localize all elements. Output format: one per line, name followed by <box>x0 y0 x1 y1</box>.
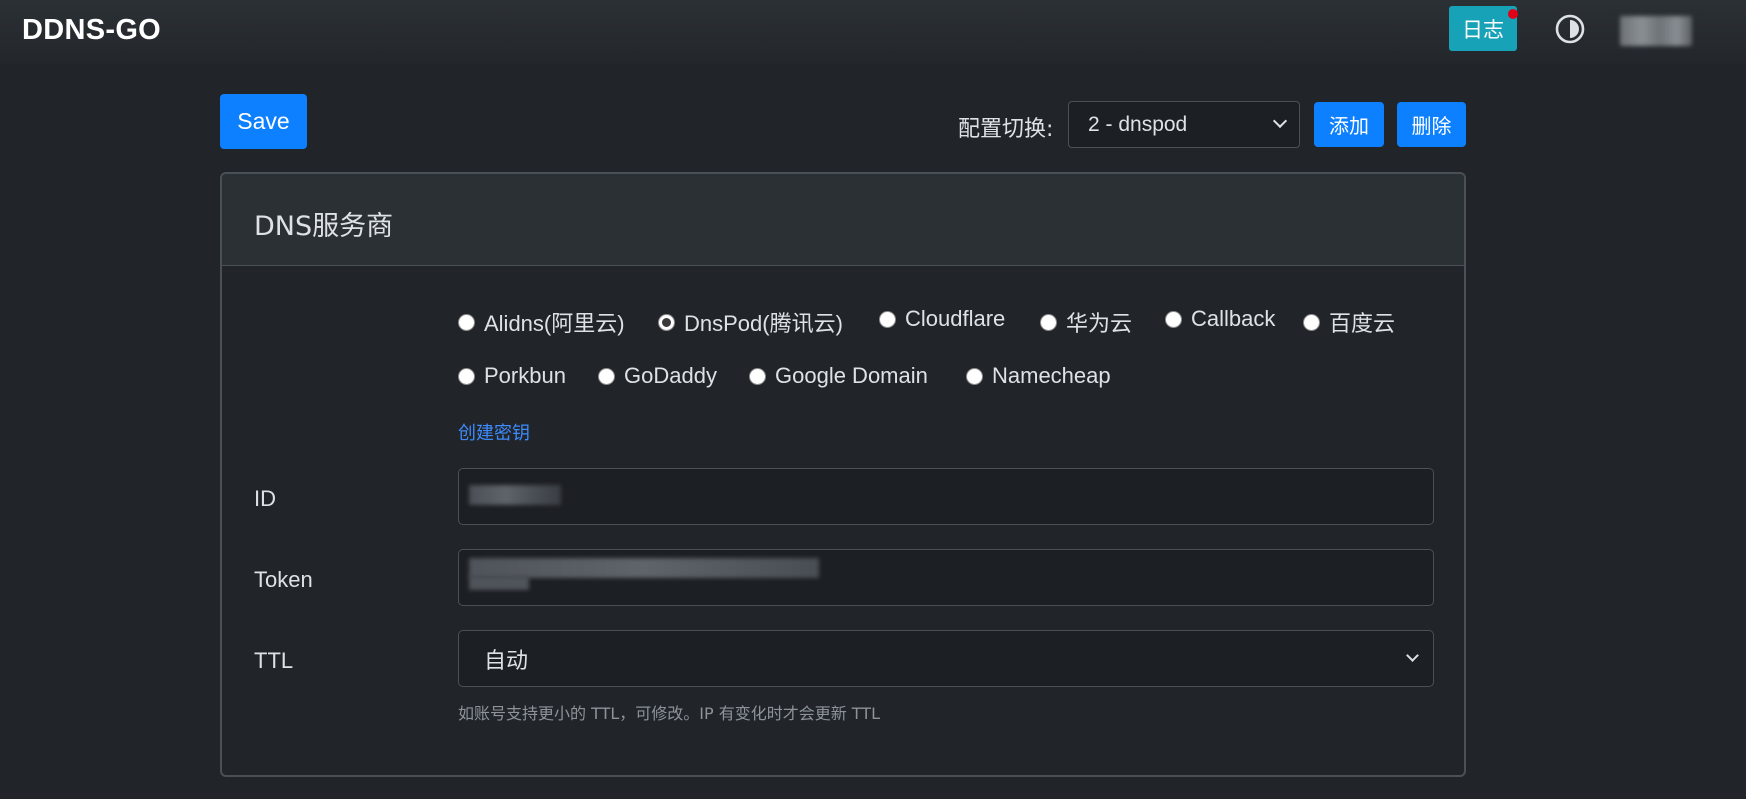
config-switch-label: 配置切换: <box>958 117 1054 142</box>
log-button[interactable]: 日志 <box>1449 6 1518 51</box>
radio-alidns[interactable] <box>458 313 475 331</box>
radio-porkbun[interactable] <box>458 367 475 385</box>
provider-callback[interactable]: Callback <box>1165 306 1275 332</box>
radio-google-domain[interactable] <box>749 367 766 385</box>
save-button[interactable]: Save <box>220 94 307 149</box>
notification-dot <box>1508 9 1518 19</box>
provider-label: Google Domain <box>775 363 928 388</box>
config-select[interactable]: 2 - dnspod <box>1068 101 1300 148</box>
navbar: DDNS-GO 日志 <box>0 0 1746 64</box>
provider-label: Porkbun <box>484 363 566 388</box>
user-avatar[interactable] <box>1620 16 1692 46</box>
radio-godaddy[interactable] <box>598 367 615 385</box>
redacted-value <box>469 485 561 505</box>
provider-label: Alidns(阿里云) <box>484 311 625 336</box>
id-label: ID <box>254 486 276 511</box>
provider-google-domain[interactable]: Google Domain <box>749 363 928 389</box>
create-key-link[interactable]: 创建密钥 <box>458 419 530 445</box>
provider-alidns[interactable]: Alidns(阿里云) <box>458 306 625 338</box>
provider-label: 华为云 <box>1066 311 1133 336</box>
brand-logo[interactable]: DDNS-GO <box>22 14 161 47</box>
provider-label: Namecheap <box>992 363 1111 388</box>
id-input[interactable] <box>458 468 1434 525</box>
config-select-value: 2 - dnspod <box>1088 112 1188 136</box>
provider-label: DnsPod(腾讯云) <box>684 311 843 336</box>
radio-huawei[interactable] <box>1040 313 1057 331</box>
provider-dnspod[interactable]: DnsPod(腾讯云) <box>658 306 843 338</box>
provider-baidu[interactable]: 百度云 <box>1303 306 1395 338</box>
provider-label: GoDaddy <box>624 363 717 388</box>
card-header: DNS服务商 <box>222 174 1464 266</box>
card-title: DNS服务商 <box>254 211 394 242</box>
radio-namecheap[interactable] <box>966 367 983 385</box>
ttl-label: TTL <box>254 648 294 673</box>
redacted-value <box>469 558 819 578</box>
log-button-label: 日志 <box>1462 17 1504 42</box>
provider-godaddy[interactable]: GoDaddy <box>598 363 717 389</box>
radio-callback[interactable] <box>1165 310 1182 328</box>
theme-toggle-icon[interactable] <box>1554 13 1586 45</box>
provider-cloudflare[interactable]: Cloudflare <box>879 306 1005 332</box>
provider-label: 百度云 <box>1329 311 1396 336</box>
radio-baidu[interactable] <box>1303 313 1320 331</box>
provider-huawei[interactable]: 华为云 <box>1040 306 1132 338</box>
provider-namecheap[interactable]: Namecheap <box>966 363 1111 389</box>
ttl-select-value: 自动 <box>484 648 529 674</box>
ttl-help-text: 如账号支持更小的 TTL，可修改。IP 有变化时才会更新 TTL <box>458 704 880 723</box>
token-input[interactable] <box>458 549 1434 606</box>
provider-label: Callback <box>1191 306 1276 331</box>
provider-porkbun[interactable]: Porkbun <box>458 363 566 389</box>
redacted-value <box>469 576 529 590</box>
chevron-down-icon <box>1406 649 1419 662</box>
provider-label: Cloudflare <box>905 306 1006 331</box>
radio-dnspod[interactable] <box>658 313 675 331</box>
radio-cloudflare[interactable] <box>879 310 896 328</box>
delete-config-button[interactable]: 删除 <box>1397 102 1466 147</box>
chevron-down-icon <box>1272 113 1288 129</box>
dns-provider-card: DNS服务商 Alidns(阿里云) DnsPod(腾讯云) Cloudflar… <box>220 172 1466 777</box>
ttl-select[interactable]: 自动 <box>458 630 1434 687</box>
token-label: Token <box>254 567 313 592</box>
add-config-button[interactable]: 添加 <box>1314 102 1384 147</box>
